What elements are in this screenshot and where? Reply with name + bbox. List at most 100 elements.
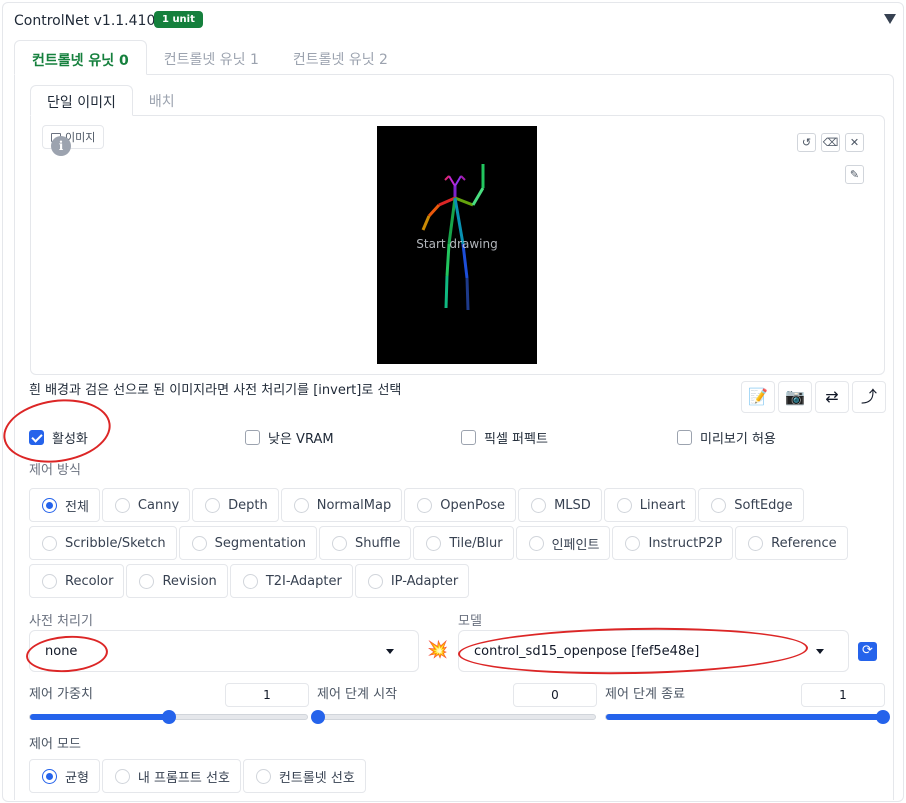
control-type-t2i-adapter[interactable]: T2I-Adapter — [229, 564, 353, 598]
chevron-down-icon — [386, 649, 394, 654]
control-type-reference[interactable]: Reference — [735, 526, 848, 560]
camera-icon[interactable]: 📷 — [778, 381, 812, 413]
start-step-slider[interactable] — [311, 710, 596, 724]
control-type-label-softedge: SoftEdge — [734, 497, 793, 513]
pixel-perfect-checkbox-box[interactable] — [461, 430, 476, 445]
end-step-label: 제어 단계 종료 — [605, 687, 686, 702]
tab-unit-0[interactable]: 컨트롤넷 유닛 0 — [14, 40, 147, 75]
control-type-segmentation[interactable]: Segmentation — [178, 526, 318, 560]
swap-arrows-icon[interactable]: ⇄ — [815, 381, 849, 413]
brush-icon[interactable]: ✎ — [845, 165, 864, 184]
panel-title[interactable]: ControlNet v1.1.410 — [14, 13, 155, 29]
slider-fill — [30, 714, 169, 720]
low-vram-checkbox-box[interactable] — [245, 430, 260, 445]
slider-thumb[interactable] — [161, 710, 176, 724]
info-icon[interactable]: i — [51, 136, 71, 156]
radio-dot[interactable] — [711, 497, 727, 513]
send-dimensions-icon[interactable]: ⤴ — [852, 381, 886, 413]
pixel-perfect-label: 픽셀 퍼펙트 — [484, 432, 548, 447]
radio-dot[interactable] — [191, 535, 207, 551]
control-mode-label: 제어 모드 — [29, 737, 81, 752]
preprocessor-dropdown[interactable]: none — [29, 630, 419, 672]
control-type-label-shuffle: Shuffle — [355, 535, 401, 551]
control-type-shuffle[interactable]: Shuffle — [319, 526, 412, 560]
slider-thumb[interactable] — [311, 710, 325, 724]
end-step-input[interactable]: 1 — [801, 683, 885, 707]
canvas-placeholder-text: Start drawing — [416, 237, 498, 251]
radio-dot[interactable] — [293, 497, 309, 513]
tab-batch[interactable]: 배치 — [133, 85, 191, 116]
run-preprocessor-icon[interactable]: 💥 — [427, 640, 448, 660]
control-mode-prompt[interactable]: 내 프롬프트 선호 — [101, 759, 241, 793]
radio-dot[interactable] — [114, 497, 130, 513]
radio-dot[interactable] — [616, 497, 632, 513]
control-mode-controlnet[interactable]: 컨트롤넷 선호 — [242, 759, 366, 793]
start-step-input[interactable]: 0 — [513, 683, 597, 707]
radio-dot[interactable] — [625, 535, 641, 551]
close-icon[interactable]: ✕ — [845, 133, 864, 152]
control-type-lineart[interactable]: Lineart — [603, 488, 697, 522]
collapse-triangle-icon[interactable] — [884, 14, 896, 24]
chevron-down-icon — [816, 649, 824, 654]
control-type-row-1: 전체 Canny Depth NormalMap OpenPose MLSD L… — [29, 488, 804, 522]
control-type-revision[interactable]: Revision — [126, 564, 228, 598]
radio-dot[interactable] — [42, 497, 57, 513]
tab-single-image[interactable]: 단일 이미지 — [30, 85, 133, 116]
enable-checkbox-box[interactable] — [29, 430, 44, 445]
refresh-models-icon[interactable]: ⟳ — [858, 642, 877, 661]
weight-input[interactable]: 1 — [225, 683, 309, 707]
control-type-inpaint[interactable]: 인페인트 — [515, 526, 611, 560]
control-type-instructp2p[interactable]: InstructP2P — [612, 526, 734, 560]
enable-checkbox[interactable]: 활성화 — [29, 428, 88, 447]
weight-slider[interactable] — [29, 710, 308, 724]
radio-dot[interactable] — [255, 768, 271, 784]
radio-dot[interactable] — [114, 768, 130, 784]
radio-dot[interactable] — [332, 535, 348, 551]
edit-notepad-icon[interactable]: 📝 — [741, 381, 775, 413]
radio-dot[interactable] — [205, 497, 221, 513]
end-step-slider[interactable] — [605, 710, 890, 724]
radio-dot[interactable] — [42, 535, 57, 551]
invert-hint: 흰 배경과 검은 선으로 된 이미지라면 사전 처리기를 [invert]로 선… — [29, 383, 402, 398]
radio-dot[interactable] — [242, 573, 258, 589]
radio-dot[interactable] — [417, 497, 433, 513]
allow-preview-checkbox[interactable]: 미리보기 허용 — [677, 428, 776, 447]
tab-unit-1[interactable]: 컨트롤넷 유닛 1 — [147, 40, 276, 75]
radio-dot[interactable] — [42, 573, 57, 589]
control-type-mlsd[interactable]: MLSD — [518, 488, 602, 522]
control-type-ip-adapter[interactable]: IP-Adapter — [354, 564, 470, 598]
pixel-perfect-checkbox[interactable]: 픽셀 퍼펙트 — [461, 428, 548, 447]
radio-dot[interactable] — [42, 768, 57, 784]
radio-dot[interactable] — [531, 497, 547, 513]
model-value: control_sd15_openpose [fef5e48e] — [474, 644, 700, 659]
radio-dot[interactable] — [367, 573, 383, 589]
control-type-tile[interactable]: Tile/Blur — [413, 526, 514, 560]
model-dropdown[interactable]: control_sd15_openpose [fef5e48e] — [458, 630, 849, 672]
control-mode-label-balanced: 균형 — [65, 770, 89, 786]
control-type-canny[interactable]: Canny — [101, 488, 191, 522]
slider-thumb[interactable] — [876, 710, 890, 724]
control-type-label-mlsd: MLSD — [554, 497, 591, 513]
allow-preview-checkbox-box[interactable] — [677, 430, 692, 445]
radio-dot[interactable] — [426, 535, 442, 551]
control-type-recolor[interactable]: Recolor — [29, 564, 125, 598]
control-type-scribble[interactable]: Scribble/Sketch — [29, 526, 177, 560]
control-type-softedge[interactable]: SoftEdge — [698, 488, 804, 522]
control-type-label-lineart: Lineart — [639, 497, 686, 513]
undo-icon[interactable]: ↺ — [797, 133, 816, 152]
image-mode-tabs: 단일 이미지 배치 — [30, 85, 191, 116]
control-type-label-instructp2p: InstructP2P — [648, 535, 723, 551]
eraser-icon[interactable]: ⌫ — [821, 133, 840, 152]
control-type-label-tile: Tile/Blur — [449, 535, 503, 551]
control-mode-balanced[interactable]: 균형 — [29, 759, 100, 793]
tab-unit-2[interactable]: 컨트롤넷 유닛 2 — [276, 40, 405, 75]
radio-dot[interactable] — [528, 535, 544, 551]
control-type-all[interactable]: 전체 — [29, 488, 100, 522]
radio-dot[interactable] — [139, 573, 155, 589]
control-mode-label-controlnet: 컨트롤넷 선호 — [278, 770, 355, 786]
control-type-depth[interactable]: Depth — [192, 488, 279, 522]
control-type-normalmap[interactable]: NormalMap — [280, 488, 403, 522]
radio-dot[interactable] — [748, 535, 764, 551]
control-type-openpose[interactable]: OpenPose — [404, 488, 517, 522]
low-vram-checkbox[interactable]: 낮은 VRAM — [245, 428, 334, 447]
